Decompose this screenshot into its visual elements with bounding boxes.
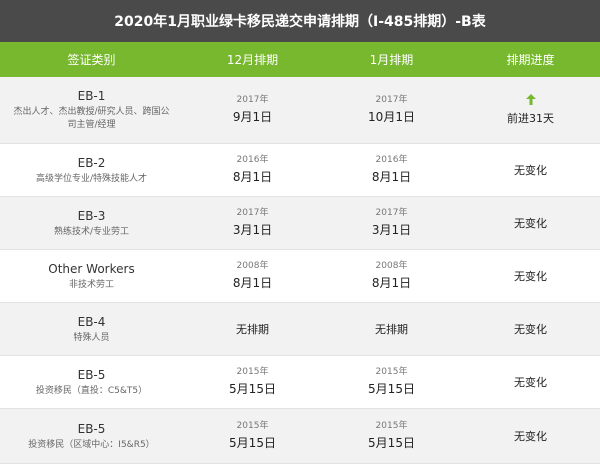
category-cell: Other Workers 非技术劳工 (0, 250, 183, 302)
jan-date-cell: 2015年 5月15日 (322, 409, 461, 463)
category-desc: 投资移民（区域中心：I5&R5） (28, 439, 155, 450)
category-name: EB-5 (77, 367, 106, 382)
jan-date-cell: 2008年 8月1日 (322, 250, 461, 302)
category-name: EB-5 (77, 421, 106, 436)
jan-year: 2016年 (375, 155, 408, 165)
category-desc: 熟练技术/专业劳工 (53, 226, 130, 237)
progress-cell: 无变化 (461, 356, 600, 408)
jan-year: 2015年 (375, 367, 408, 377)
category-name: EB-2 (77, 155, 106, 170)
jan-date-cell: 2016年 8月1日 (322, 144, 461, 196)
category-cell: EB-5 投资移民（区域中心：I5&R5） (0, 409, 183, 463)
header-category: 签证类别 (67, 53, 116, 67)
dec-date-cell: 2016年 8月1日 (183, 144, 322, 196)
header-jan-date: 1月排期 (369, 53, 414, 67)
dec-date-cell: 无排期 (183, 303, 322, 355)
progress-text: 无变化 (514, 323, 547, 336)
dec-year: 2015年 (236, 421, 269, 431)
category-cell: EB-4 特殊人员 (0, 303, 183, 355)
header-progress: 排期进度 (506, 53, 555, 67)
progress-text: 无变化 (514, 430, 547, 443)
dec-no-date: 无排期 (236, 323, 269, 336)
jan-year: 2008年 (375, 261, 408, 271)
dec-day: 8月1日 (232, 170, 273, 184)
progress-text: 前进31天 (507, 112, 554, 125)
dec-date-cell: 2015年 5月15日 (183, 409, 322, 463)
dec-date-cell: 2017年 3月1日 (183, 197, 322, 249)
jan-date-cell: 无排期 (322, 303, 461, 355)
dec-date-cell: 2008年 8月1日 (183, 250, 322, 302)
category-name: Other Workers (48, 261, 135, 276)
progress-text: 无变化 (514, 164, 547, 177)
jan-day: 5月15日 (368, 436, 415, 450)
dec-date-cell: 2017年 9月1日 (183, 77, 322, 143)
jan-date-cell: 2017年 10月1日 (322, 77, 461, 143)
dec-date-cell: 2015年 5月15日 (183, 356, 322, 408)
category-desc: 非技术劳工 (68, 279, 114, 290)
table-row: EB-1 杰出人才、杰出教授/研究人员、跨国公司主管/经理 2017年 9月1日… (0, 77, 600, 144)
table-row: EB-2 高级学位专业/特殊技能人才 2016年 8月1日 2016年 8月1日… (0, 144, 600, 197)
up-arrow-icon (525, 94, 536, 108)
dec-year: 2008年 (236, 261, 269, 271)
category-desc: 杰出人才、杰出教授/研究人员、跨国公司主管/经理 (13, 107, 170, 130)
jan-year: 2017年 (375, 208, 408, 218)
progress-cell: 无变化 (461, 303, 600, 355)
table-row: Other Workers 非技术劳工 2008年 8月1日 2008年 8月1… (0, 250, 600, 303)
category-cell: EB-2 高级学位专业/特殊技能人才 (0, 144, 183, 196)
jan-day: 8月1日 (371, 170, 412, 184)
jan-day: 10月1日 (368, 110, 415, 124)
progress-text: 无变化 (514, 270, 547, 283)
dec-year: 2015年 (236, 367, 269, 377)
jan-date-cell: 2015年 5月15日 (322, 356, 461, 408)
dec-day: 8月1日 (232, 276, 273, 290)
dec-day: 5月15日 (229, 436, 276, 450)
category-name: EB-4 (77, 314, 106, 329)
category-desc: 特殊人员 (73, 332, 110, 343)
progress-text: 无变化 (514, 217, 547, 230)
dec-year: 2016年 (236, 155, 269, 165)
dec-year: 2017年 (236, 95, 269, 105)
jan-date-cell: 2017年 3月1日 (322, 197, 461, 249)
table-row: EB-3 熟练技术/专业劳工 2017年 3月1日 2017年 3月1日 无变化 (0, 197, 600, 250)
table-body: EB-1 杰出人才、杰出教授/研究人员、跨国公司主管/经理 2017年 9月1日… (0, 77, 600, 464)
category-name: EB-3 (77, 208, 106, 223)
progress-cell: 无变化 (461, 144, 600, 196)
category-cell: EB-5 投资移民（直投：C5&T5） (0, 356, 183, 408)
page-title: 2020年1月职业绿卡移民递交申请排期（I-485排期）-B表 (0, 0, 600, 42)
table-row: EB-5 投资移民（区域中心：I5&R5） 2015年 5月15日 2015年 … (0, 409, 600, 464)
table-header: 签证类别 12月排期 1月排期 排期进度 (0, 42, 600, 77)
category-desc: 高级学位专业/特殊技能人才 (35, 173, 148, 184)
dec-year: 2017年 (236, 208, 269, 218)
jan-day: 3月1日 (371, 223, 412, 237)
dec-day: 9月1日 (232, 110, 273, 124)
table-row: EB-5 投资移民（直投：C5&T5） 2015年 5月15日 2015年 5月… (0, 356, 600, 409)
jan-day: 8月1日 (371, 276, 412, 290)
progress-cell: 无变化 (461, 409, 600, 463)
table-row: EB-4 特殊人员 无排期 无排期 无变化 (0, 303, 600, 356)
progress-cell: 无变化 (461, 197, 600, 249)
jan-year: 2015年 (375, 421, 408, 431)
header-dec-date: 12月排期 (226, 53, 279, 67)
jan-no-date: 无排期 (375, 323, 408, 336)
jan-year: 2017年 (375, 95, 408, 105)
dec-day: 3月1日 (232, 223, 273, 237)
progress-cell: 无变化 (461, 250, 600, 302)
category-cell: EB-1 杰出人才、杰出教授/研究人员、跨国公司主管/经理 (0, 77, 183, 143)
jan-day: 5月15日 (368, 382, 415, 396)
dec-day: 5月15日 (229, 382, 276, 396)
category-desc: 投资移民（直投：C5&T5） (35, 385, 148, 396)
category-cell: EB-3 熟练技术/专业劳工 (0, 197, 183, 249)
category-name: EB-1 (77, 89, 106, 103)
progress-cell: 前进31天 (461, 77, 600, 143)
progress-text: 无变化 (514, 376, 547, 389)
